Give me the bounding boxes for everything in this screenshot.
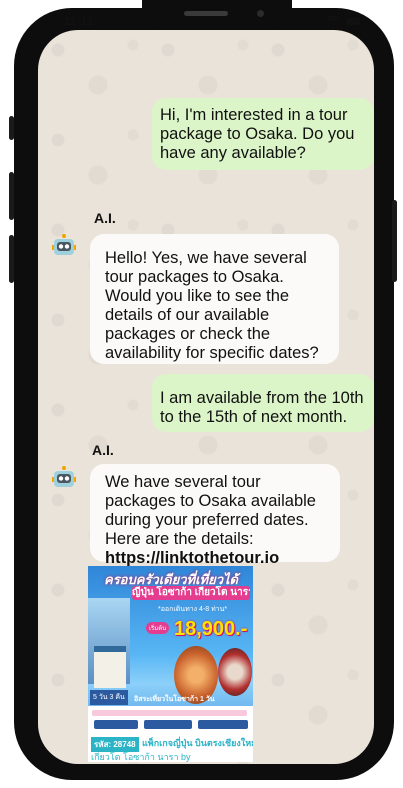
poster-price: 18,900.- bbox=[174, 618, 248, 640]
message-bubble-incoming: We have several tour packages to Osaka a… bbox=[90, 464, 340, 567]
wifi-icon bbox=[326, 14, 342, 28]
poster-footer-line1: แพ็กเกจญี่ปุ่น บินตรงเชียงใหม่ bbox=[142, 738, 253, 748]
robot-avatar-icon bbox=[52, 234, 76, 256]
sender-name: A.I. bbox=[94, 210, 116, 226]
volume-up-button bbox=[9, 172, 14, 220]
message-text: We have several tour packages to Osaka a… bbox=[105, 473, 316, 548]
poster-footer-line2: เกียวโต โอซาก้า นารา by bbox=[91, 752, 191, 762]
message-text: Hello! Yes, we have several tour package… bbox=[105, 249, 319, 362]
mute-switch bbox=[9, 116, 14, 140]
status-time: 11:11 bbox=[64, 14, 94, 28]
power-button bbox=[392, 200, 397, 282]
message-text: Hi, I'm interested in a tour package to … bbox=[160, 106, 355, 162]
robot-avatar-icon bbox=[52, 466, 76, 488]
poster-castle bbox=[94, 646, 126, 688]
poster-duration: 5 วัน 3 คืน bbox=[90, 690, 128, 705]
volume-down-button bbox=[9, 235, 14, 283]
tour-link[interactable]: https://linktothetour.io bbox=[105, 549, 279, 567]
poster-subheadline: ญี่ปุ่น โอซาก้า เกียวโต นารา bbox=[132, 586, 250, 600]
battery-icon bbox=[346, 18, 361, 26]
message-bubble-outgoing: Hi, I'm interested in a tour package to … bbox=[152, 98, 374, 170]
front-camera bbox=[257, 10, 264, 17]
speaker-grille bbox=[184, 11, 228, 16]
status-icons bbox=[326, 14, 361, 28]
poster-dates-note: *ออกเดินทาง 4-8 ท่าน* bbox=[158, 606, 228, 613]
poster-footer: รหัส: 28748 แพ็กเกจญี่ปุ่น บินตรงเชียงให… bbox=[88, 734, 253, 762]
message-text: I am available from the 10th to the 15th… bbox=[160, 389, 364, 426]
poster-info-strip bbox=[88, 706, 253, 734]
poster-performer-photo bbox=[218, 648, 252, 696]
poster-price-prefix: เริ่มต้น bbox=[146, 622, 170, 634]
message-bubble-incoming: Hello! Yes, we have several tour package… bbox=[90, 234, 339, 364]
tour-poster-image[interactable]: ครอบครัวเดียวที่เที่ยวได้ ญี่ปุ่น โอซาก้… bbox=[88, 566, 253, 762]
sender-name: A.I. bbox=[92, 442, 114, 458]
poster-free-day: อิสระเที่ยวในโอซาก้า 1 วัน bbox=[134, 696, 215, 703]
message-bubble-outgoing: I am available from the 10th to the 15th… bbox=[152, 374, 374, 432]
